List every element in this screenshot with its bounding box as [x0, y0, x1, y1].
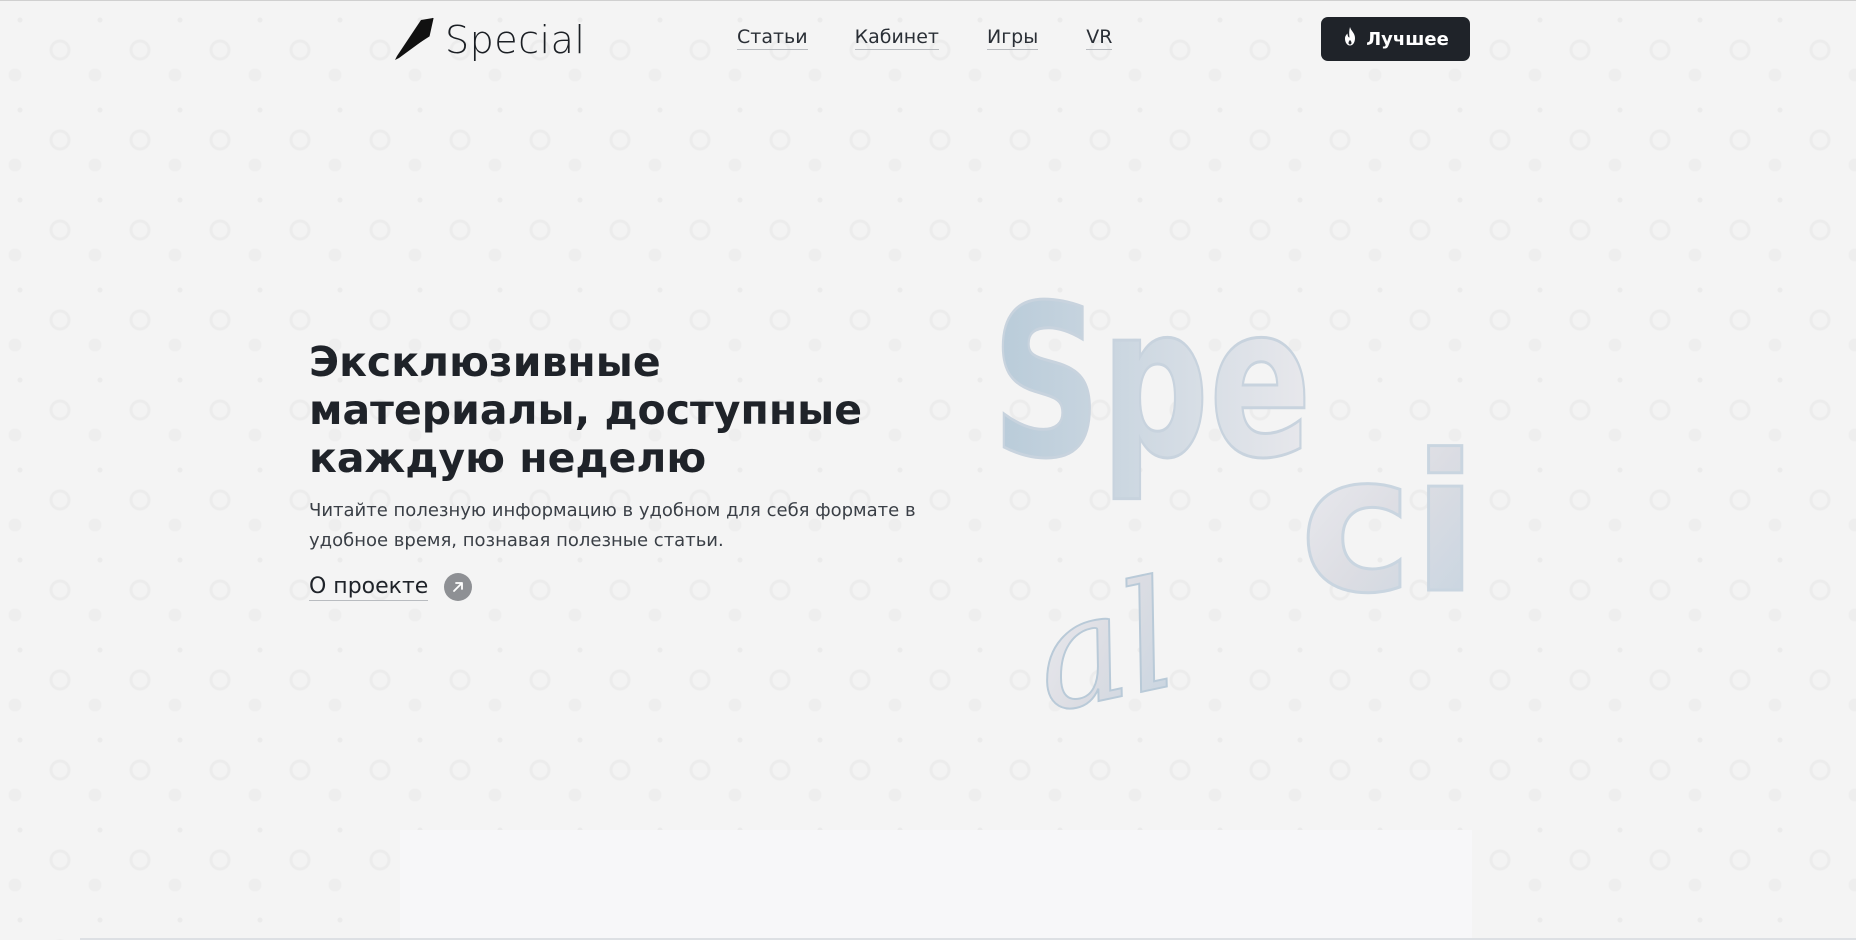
special-3d-artwork: Spe ci al: [980, 200, 1540, 748]
about-project-link[interactable]: О проекте: [309, 573, 473, 601]
nav-link-cabinet[interactable]: Кабинет: [854, 26, 939, 50]
art-letters-ci: ci: [1300, 414, 1478, 635]
best-button[interactable]: Лучшее: [1321, 17, 1470, 61]
hero-description: Читайте полезную информацию в удобном дл…: [309, 500, 916, 551]
nav-link-games[interactable]: Игры: [986, 26, 1039, 50]
art-letters-al: al: [1019, 548, 1190, 740]
content-panel: [400, 830, 1472, 940]
logo[interactable]: Special: [393, 16, 585, 64]
logo-text: Special: [445, 18, 586, 62]
site-header: Special Статьи Кабинет Игры VR Лучшее: [0, 0, 1856, 80]
art-letters-spe: Spe: [992, 261, 1312, 505]
pen-nib-icon: [393, 16, 435, 64]
nav-link-articles[interactable]: Статьи: [737, 26, 808, 50]
main-nav: Статьи Кабинет Игры VR: [737, 26, 1113, 50]
nav-link-vr[interactable]: VR: [1086, 26, 1113, 50]
best-button-label: Лучшее: [1366, 28, 1449, 50]
hero-title: Эксклюзивные материалы, доступные каждую…: [309, 338, 863, 482]
arrow-up-right-icon: [444, 573, 473, 601]
flame-icon: [1342, 27, 1358, 51]
about-project-label: О проекте: [309, 573, 429, 601]
